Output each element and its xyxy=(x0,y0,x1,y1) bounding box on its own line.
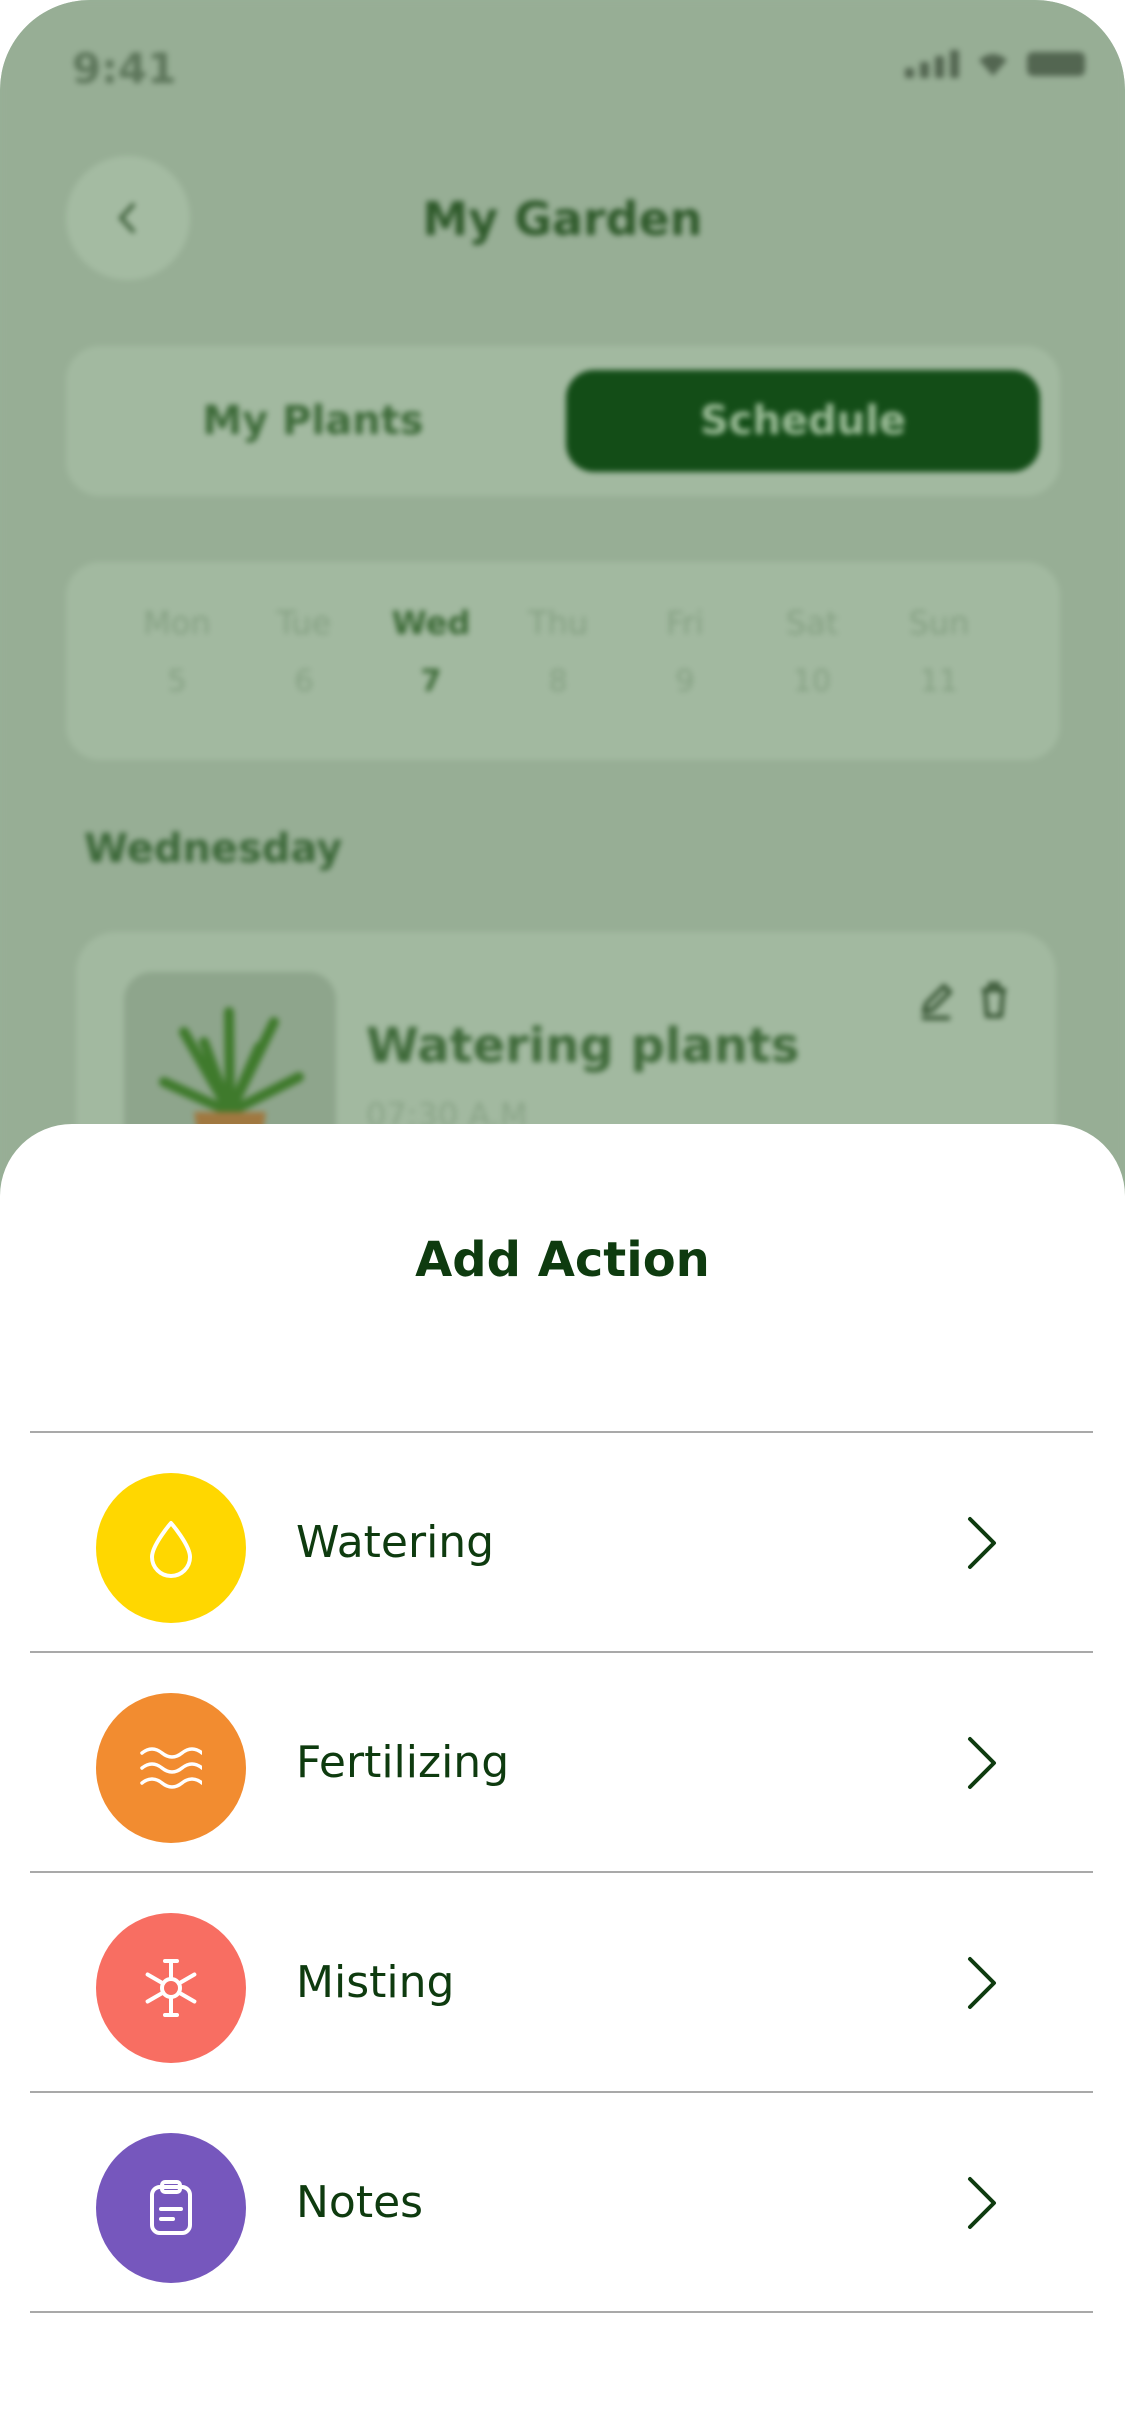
action-label: Notes xyxy=(296,2176,424,2228)
segmented-control: My Plants Schedule xyxy=(66,346,1060,496)
day-name: Sun xyxy=(908,604,970,642)
watering-icon-circle xyxy=(96,1473,246,1623)
screen-title: My Garden xyxy=(422,192,703,246)
battery-icon xyxy=(1027,52,1085,76)
day-date: 8 xyxy=(548,664,568,699)
sheet-title: Add Action xyxy=(415,1232,710,1288)
tab-schedule[interactable]: Schedule xyxy=(566,370,1040,472)
day-fri[interactable]: Fri 9 xyxy=(630,604,740,699)
week-strip: Mon 5 Tue 6 Wed 7 Thu 8 Fri 9 Sat 10 Sun… xyxy=(66,562,1060,760)
day-name: Fri xyxy=(665,604,705,642)
action-item-misting[interactable]: Misting xyxy=(30,1871,1093,2091)
notes-icon-circle xyxy=(96,2133,246,2283)
clipboard-icon xyxy=(150,2180,192,2235)
action-item-fertilizing[interactable]: Fertilizing xyxy=(30,1651,1093,1871)
day-tue[interactable]: Tue 6 xyxy=(249,604,359,699)
action-list: Watering Fertilizing Misting Notes xyxy=(30,1431,1093,2313)
chevron-right-icon xyxy=(968,1737,996,1789)
day-date: 5 xyxy=(167,664,187,699)
chevron-right-icon xyxy=(968,2177,996,2229)
section-title: Wednesday xyxy=(84,826,343,872)
chevron-right-icon xyxy=(968,1957,996,2009)
trash-icon[interactable] xyxy=(976,980,1012,1020)
day-wed[interactable]: Wed 7 xyxy=(376,604,486,699)
day-thu[interactable]: Thu 8 xyxy=(503,604,613,699)
tab-my-plants[interactable]: My Plants xyxy=(76,370,550,472)
day-date: 9 xyxy=(675,664,695,699)
action-label: Fertilizing xyxy=(296,1736,510,1788)
add-action-sheet: Add Action Watering Fertilizing Misting … xyxy=(0,1124,1125,2436)
day-sat[interactable]: Sat 10 xyxy=(757,604,867,699)
day-mon[interactable]: Mon 5 xyxy=(122,604,232,699)
day-date: 11 xyxy=(919,664,959,699)
status-icons xyxy=(905,50,1085,78)
task-title: Watering plants xyxy=(366,1018,800,1074)
action-item-watering[interactable]: Watering xyxy=(30,1431,1093,1651)
action-label: Watering xyxy=(296,1516,495,1568)
edit-icon[interactable] xyxy=(918,980,954,1020)
status-bar: 9:41 xyxy=(0,0,1125,140)
action-item-notes[interactable]: Notes xyxy=(30,2091,1093,2313)
day-date: 10 xyxy=(792,664,832,699)
day-date: 7 xyxy=(420,664,442,699)
phone-screen: 9:41 My Garden My Plants Schedule Mon 5 … xyxy=(0,0,1125,2436)
day-sun[interactable]: Sun 11 xyxy=(884,604,994,699)
day-name: Tue xyxy=(276,604,332,642)
day-name: Mon xyxy=(143,604,211,642)
waves-icon xyxy=(140,1747,202,1789)
water-drop-icon xyxy=(150,1521,192,1578)
chevron-right-icon xyxy=(968,1517,996,1569)
day-name: Sat xyxy=(785,604,839,642)
fertilizing-icon-circle xyxy=(96,1693,246,1843)
signal-icon xyxy=(905,50,959,78)
status-time: 9:41 xyxy=(72,44,177,93)
misting-icon-circle xyxy=(96,1913,246,2063)
wifi-icon xyxy=(979,54,1007,76)
day-name: Thu xyxy=(527,604,589,642)
day-name: Wed xyxy=(391,604,471,642)
day-date: 6 xyxy=(294,664,314,699)
snowflake-icon xyxy=(145,1959,197,2017)
task-actions xyxy=(918,980,1012,1020)
background-screen: 9:41 My Garden My Plants Schedule Mon 5 … xyxy=(0,0,1125,1292)
action-label: Misting xyxy=(296,1956,455,2008)
